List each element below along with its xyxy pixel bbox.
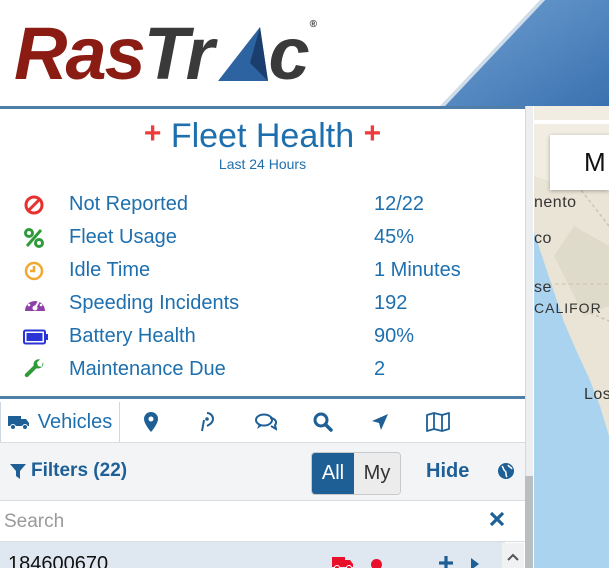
- registered-mark: ®: [309, 19, 318, 30]
- logo-c-text: c: [268, 12, 309, 95]
- battery-icon: [18, 329, 69, 345]
- tab-vehicles-label: Vehicles: [37, 410, 113, 433]
- clock-icon: [18, 260, 69, 282]
- map-label: Los: [584, 386, 609, 403]
- fleet-health-title-text: Fleet Health: [170, 117, 355, 155]
- navigation-icon: [372, 414, 388, 430]
- logo-ras-text: Ras: [14, 12, 146, 95]
- metric-label: Maintenance Due: [69, 358, 226, 380]
- metric-label: Not Reported: [69, 193, 188, 215]
- metric-speeding-incidents[interactable]: Speeding Incidents 192: [18, 287, 518, 320]
- fleet-health-subtitle: Last 24 Hours: [218, 156, 307, 172]
- hide-button[interactable]: Hide: [426, 460, 469, 483]
- geofence-icon: [201, 412, 215, 432]
- metric-label: Idle Time: [69, 259, 151, 281]
- map-label: se: [534, 279, 552, 296]
- status-dot-icon: [371, 559, 382, 568]
- metric-value: 1 Minutes: [374, 259, 461, 281]
- filters-label: Filters (22): [31, 460, 128, 481]
- filters-button[interactable]: Filters (22): [10, 460, 127, 482]
- wrench-icon: [18, 358, 69, 381]
- filters-bar: Filters (22) All My Hide: [0, 442, 525, 500]
- map-label: nento: [534, 194, 577, 211]
- metric-label: Speeding Incidents: [69, 292, 240, 314]
- plus-icon: +: [143, 117, 162, 150]
- search-icon: [313, 412, 333, 432]
- vehicle-search: [0, 500, 525, 542]
- map-label: CALIFOR: [534, 300, 602, 316]
- rastrac-logo[interactable]: Ras Tr c ®: [14, 12, 318, 95]
- metric-value: 192: [374, 292, 408, 314]
- chat-icon: [255, 413, 277, 431]
- map-card-text: M: [584, 147, 606, 177]
- metric-value: 2: [374, 358, 386, 380]
- fleet-health-title: + Fleet Health +: [0, 117, 525, 156]
- scrollbar-thumb[interactable]: [525, 476, 533, 568]
- fleet-health-metrics: Not Reported 12/22 Fleet Usage 45% Idle …: [18, 188, 518, 386]
- filter-icon: [10, 463, 26, 479]
- tab-landmarks[interactable]: [138, 402, 164, 442]
- metric-not-reported[interactable]: Not Reported 12/22: [18, 188, 518, 221]
- tab-vehicles[interactable]: Vehicles: [0, 402, 120, 442]
- all-button[interactable]: All: [312, 453, 354, 494]
- tab-map[interactable]: [424, 402, 452, 442]
- chevron-up-icon: [507, 553, 519, 561]
- metric-maintenance-due[interactable]: Maintenance Due 2: [18, 353, 518, 386]
- map-marker-icon: [144, 412, 158, 432]
- speedometer-icon: [18, 293, 69, 315]
- close-icon[interactable]: [489, 511, 505, 527]
- metric-label: Fleet Usage: [69, 226, 177, 248]
- panel-tabs: Vehicles: [0, 396, 525, 442]
- add-icon[interactable]: [438, 555, 454, 568]
- truck-icon: [7, 416, 29, 430]
- tab-search[interactable]: [310, 402, 336, 442]
- map-label: co: [534, 230, 552, 247]
- logo-trac-text: Tr c: [144, 17, 310, 91]
- metric-value: 45%: [374, 226, 415, 248]
- not-reported-icon: [18, 194, 69, 216]
- metric-value: 90%: [374, 325, 415, 347]
- map-control-card[interactable]: M: [550, 135, 609, 190]
- my-button[interactable]: My: [354, 453, 400, 494]
- globe-icon[interactable]: [497, 462, 515, 480]
- app-header: Ras Tr c ®: [0, 0, 609, 106]
- scroll-up-button[interactable]: [502, 543, 524, 568]
- tab-navigation[interactable]: [367, 402, 393, 442]
- search-input[interactable]: [4, 509, 474, 535]
- plus-icon: +: [363, 117, 382, 150]
- truck-status-icon: [332, 557, 353, 568]
- caret-right-icon[interactable]: [470, 557, 480, 568]
- metric-battery-health[interactable]: Battery Health 90%: [18, 320, 518, 353]
- metric-label: Battery Health: [69, 325, 196, 347]
- table-row[interactable]: 184600670: [0, 542, 505, 568]
- ownership-toggle: All My: [311, 452, 401, 495]
- tab-geofences[interactable]: [194, 402, 220, 442]
- logo-trac-visible-text: Tr: [143, 12, 215, 95]
- fleet-panel: + Fleet Health + Last 24 Hours Not Repor…: [0, 106, 525, 568]
- metric-value: 12/22: [374, 193, 425, 215]
- map-icon: [426, 412, 450, 432]
- logo-triangle-icon: [218, 27, 269, 81]
- metric-fleet-usage[interactable]: Fleet Usage 45%: [18, 221, 518, 254]
- vehicle-id: 184600670: [8, 553, 109, 568]
- metric-idle-time[interactable]: Idle Time 1 Minutes: [18, 254, 518, 287]
- tab-messages[interactable]: [252, 402, 280, 442]
- percent-icon: [18, 227, 69, 249]
